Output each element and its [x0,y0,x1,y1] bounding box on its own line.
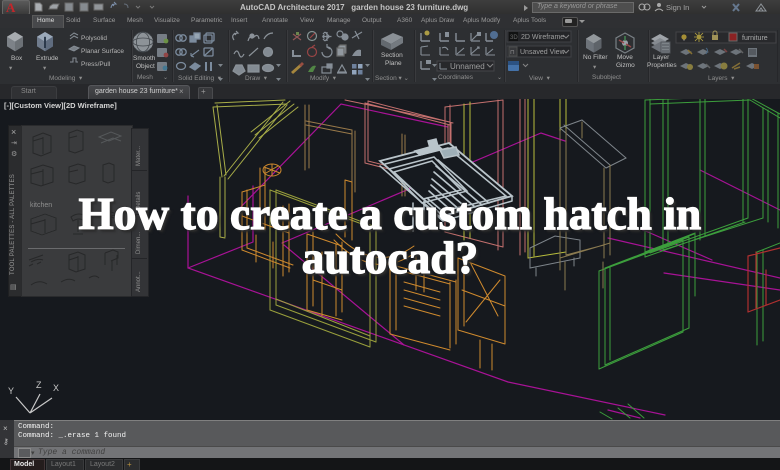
svg-text:Z: Z [36,380,42,390]
svg-text:X: X [53,383,59,393]
svg-text:Y: Y [8,386,14,396]
svg-text:Sign In: Sign In [666,3,689,12]
